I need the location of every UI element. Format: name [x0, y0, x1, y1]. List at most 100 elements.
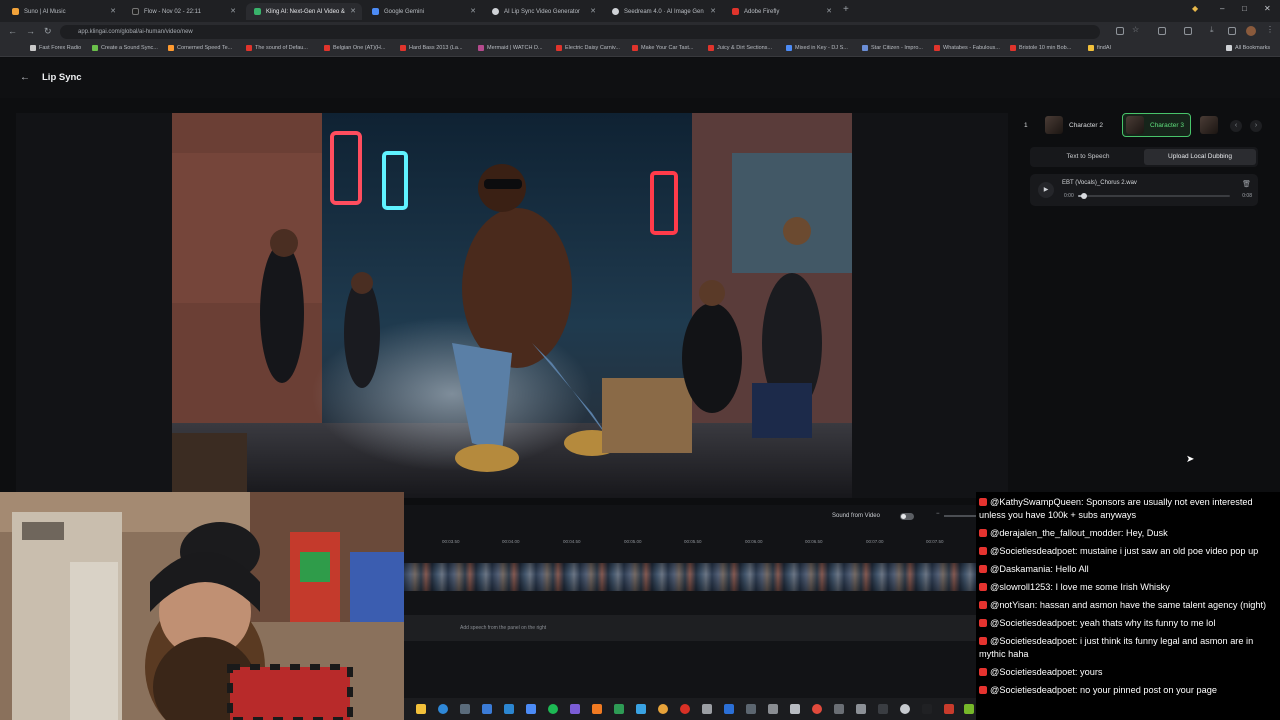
star-icon[interactable]: ☆ [1132, 25, 1140, 34]
speech-track[interactable]: Add speech from the panel on the right [404, 615, 976, 641]
character-chip-1[interactable]: 1 [1020, 113, 1032, 137]
window-close-icon[interactable]: ✕ [1264, 4, 1271, 13]
chevron-right-icon[interactable]: › [1250, 120, 1262, 132]
bookmark-item[interactable]: Mixed in Key - DJ S... [786, 45, 848, 51]
audio-scrubber-handle[interactable] [1081, 193, 1088, 199]
all-bookmarks[interactable]: All Bookmarks [1226, 45, 1270, 51]
app-icon[interactable] [878, 704, 888, 714]
app-icon[interactable] [702, 704, 712, 714]
tab-text-to-speech[interactable]: Text to Speech [1032, 149, 1144, 165]
chat-badge-icon [979, 498, 987, 506]
app-icon[interactable] [504, 704, 514, 714]
close-icon[interactable]: ✕ [230, 7, 236, 15]
menu-kebab-icon[interactable]: ⋮ [1266, 25, 1274, 34]
character-chip-3[interactable]: Character 3 [1122, 113, 1191, 137]
file-explorer-icon[interactable] [416, 704, 426, 714]
app-icon[interactable] [768, 704, 778, 714]
edge-icon[interactable] [438, 704, 448, 714]
app-icon[interactable] [526, 704, 536, 714]
chrome-icon[interactable] [680, 704, 690, 714]
bookmark-favicon-icon [1088, 45, 1094, 51]
trash-icon[interactable]: 🗑 [1242, 180, 1251, 188]
bookmark-item[interactable]: Bristole 10 min Bob... [1010, 45, 1071, 51]
bookmark-item[interactable]: The sound of Defau... [246, 45, 308, 51]
bookmark-item[interactable]: Hard Bass 2013 (La... [400, 45, 463, 51]
browser-tab-bar: Suno | AI Music ✕ Flow - Nov 02 - 22:11 ✕ … [0, 0, 1280, 22]
bookmark-label: Electric Daisy Carniv... [565, 45, 620, 51]
zoom-slider[interactable] [944, 515, 976, 517]
back-nav-icon[interactable]: ← [8, 26, 17, 36]
zoom-out-icon[interactable]: − [936, 511, 940, 517]
app-icon[interactable] [482, 704, 492, 714]
bookmark-item[interactable]: Make Your Car Tast... [632, 45, 693, 51]
app-icon[interactable] [900, 704, 910, 714]
avatar[interactable] [1246, 26, 1256, 36]
app-icon[interactable] [570, 704, 580, 714]
bookmark-item[interactable]: findAI [1088, 45, 1111, 51]
bookmark-item[interactable]: Fast Forex Radio [30, 45, 81, 51]
reload-icon[interactable]: ↻ [44, 26, 52, 37]
bookmark-item[interactable]: Belgian One (AT)(H... [324, 45, 385, 51]
chevron-left-icon[interactable]: ‹ [1230, 120, 1242, 132]
character-chip-2[interactable]: Character 2 [1042, 113, 1109, 137]
app-icon[interactable] [922, 704, 932, 714]
sound-from-video-toggle[interactable] [900, 513, 914, 520]
browser-tab[interactable]: AI Lip Sync Video Generator ✕ [484, 3, 602, 20]
app-icon[interactable] [746, 704, 756, 714]
browser-tab[interactable]: Seedream 4.0 · AI Image Gen ✕ [604, 3, 722, 20]
bookmark-item[interactable]: Juicy & Dirt Sections... [708, 45, 772, 51]
bookmark-item[interactable]: Whatabes - Fabulous... [934, 45, 1000, 51]
bookmark-item[interactable]: Star Citizen - Impro... [862, 45, 923, 51]
timeline-ruler[interactable]: 00:03.50 00:04.00 00:04.50 00:05.00 00:0… [404, 535, 976, 549]
url-field[interactable]: app.klingai.com/global/ai-human/video/ne… [60, 25, 1100, 39]
bookmark-item[interactable]: Mermaid | WATCH D... [478, 45, 543, 51]
close-icon[interactable]: ✕ [350, 7, 356, 15]
sidepanel-icon[interactable] [1184, 27, 1192, 35]
video-preview[interactable] [172, 113, 852, 498]
audio-source-tabs: Text to Speech Upload Local Dubbing [1030, 147, 1258, 167]
screenshot-icon[interactable] [1228, 27, 1236, 35]
tab-upload-local-dubbing[interactable]: Upload Local Dubbing [1144, 149, 1256, 165]
forward-nav-icon[interactable]: → [26, 26, 35, 36]
app-icon[interactable] [460, 704, 470, 714]
browser-tab-active[interactable]: Kling AI: Next-Gen AI Video & ✕ [246, 3, 362, 20]
close-icon[interactable]: ✕ [110, 7, 116, 15]
app-icon[interactable] [592, 704, 602, 714]
close-icon[interactable]: ✕ [470, 7, 476, 15]
browser-tab[interactable]: Adobe Firefly ✕ [724, 3, 838, 20]
close-icon[interactable]: ✕ [826, 7, 832, 15]
app-icon[interactable] [658, 704, 668, 714]
browser-tab[interactable]: Flow - Nov 02 - 22:11 ✕ [124, 3, 242, 20]
app-icon[interactable] [834, 704, 844, 714]
bookmark-item[interactable]: Electric Daisy Carniv... [556, 45, 620, 51]
close-icon[interactable]: ✕ [710, 7, 716, 15]
minimize-icon[interactable]: – [1220, 4, 1224, 13]
eye-off-icon[interactable] [1116, 27, 1124, 35]
video-filmstrip-track[interactable] [404, 563, 976, 591]
app-icon[interactable] [812, 704, 822, 714]
excel-icon[interactable] [614, 704, 624, 714]
bookmark-favicon-icon [934, 45, 940, 51]
bookmark-item[interactable]: Cornerned Speed Te... [168, 45, 232, 51]
maximize-icon[interactable]: □ [1242, 4, 1247, 13]
back-arrow-icon[interactable]: ← [20, 72, 30, 83]
bookmark-favicon-icon [246, 45, 252, 51]
app-icon[interactable] [790, 704, 800, 714]
browser-tab[interactable]: Google Gemini ✕ [364, 3, 482, 20]
bookmark-item[interactable]: Create a Sound Sync... [92, 45, 158, 51]
app-icon[interactable] [636, 704, 646, 714]
nvidia-icon[interactable] [964, 704, 974, 714]
audio-scrubber[interactable] [1078, 193, 1230, 199]
download-icon[interactable]: ⤓ [1210, 25, 1218, 34]
extensions-icon[interactable] [1158, 27, 1166, 35]
app-icon[interactable] [944, 704, 954, 714]
browser-tab[interactable]: Suno | AI Music ✕ [4, 3, 122, 20]
character-chip-4[interactable] [1200, 113, 1218, 137]
profile-indicator-icon[interactable]: ◆ [1192, 4, 1198, 13]
app-icon[interactable] [856, 704, 866, 714]
app-icon[interactable] [724, 704, 734, 714]
spotify-icon[interactable] [548, 704, 558, 714]
play-icon[interactable]: ▶ [1038, 182, 1054, 198]
new-tab-icon[interactable]: + [843, 4, 849, 15]
close-icon[interactable]: ✕ [590, 7, 596, 15]
